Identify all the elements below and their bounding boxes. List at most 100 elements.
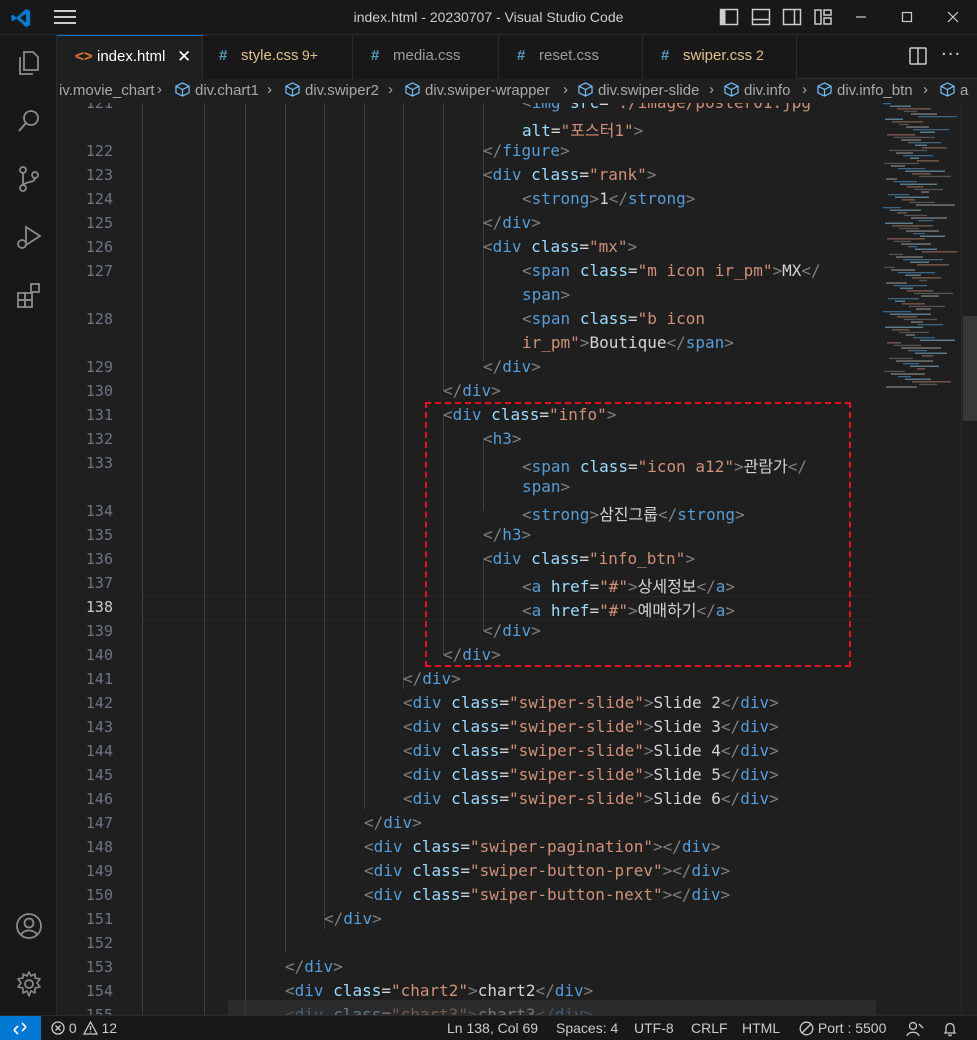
- explorer-icon[interactable]: [14, 48, 44, 78]
- breadcrumb-item[interactable]: div.info: [724, 82, 790, 99]
- line-ending[interactable]: CRLF: [691, 1020, 728, 1036]
- code-token: "./image/poster01.jpg": [609, 103, 821, 112]
- code-line[interactable]: <div class="swiper-pagination"></div>: [364, 837, 720, 856]
- code-token: <: [403, 765, 413, 784]
- code-line[interactable]: <div class="swiper-button-prev"></div>: [364, 861, 730, 880]
- code-line[interactable]: <div class="rank">: [483, 165, 656, 184]
- toggle-primary-sidebar-icon[interactable]: [719, 8, 739, 26]
- code-editor[interactable]: 121<img src="./image/poster01.jpg"alt="포…: [57, 103, 977, 1015]
- minimap-line: [917, 160, 939, 162]
- code-line[interactable]: <span class="m icon ir_pm">MX</: [522, 261, 821, 280]
- code-token: >: [772, 261, 783, 280]
- code-line[interactable]: </div>: [285, 957, 343, 976]
- minimap-line: [899, 227, 919, 230]
- minimize-icon[interactable]: [851, 8, 871, 26]
- code-token: ></: [662, 885, 692, 904]
- breadcrumb-item[interactable]: div.chart1: [175, 82, 259, 99]
- account-icon[interactable]: [14, 911, 44, 941]
- more-actions-icon[interactable]: ···: [941, 44, 961, 65]
- html-file-icon: <>: [75, 48, 93, 65]
- tab-style-css[interactable]: # style.css 9+: [203, 35, 353, 79]
- minimap-line: [886, 386, 917, 388]
- scrollbar-thumb[interactable]: [963, 316, 977, 421]
- toggle-panel-icon[interactable]: [751, 8, 771, 26]
- code-token: =: [499, 741, 509, 760]
- minimap[interactable]: [879, 103, 961, 403]
- language-mode[interactable]: HTML: [742, 1020, 780, 1036]
- code-line[interactable]: </figure>: [483, 141, 570, 160]
- code-line[interactable]: </div>: [364, 813, 422, 832]
- tab-media-css[interactable]: # media.css: [353, 35, 499, 79]
- close-tab-icon[interactable]: ✕: [177, 47, 191, 67]
- code-line[interactable]: </div>: [483, 357, 541, 376]
- code-token: =: [627, 261, 638, 280]
- code-line[interactable]: <div class="swiper-slide">Slide 5</div>: [403, 765, 779, 784]
- code-line[interactable]: <span class="b icon: [522, 309, 705, 328]
- live-server-port[interactable]: Port : 5500: [799, 1020, 886, 1036]
- breadcrumb-item[interactable]: a: [940, 82, 968, 99]
- extensions-icon[interactable]: [14, 280, 44, 310]
- maximize-icon[interactable]: [897, 8, 917, 26]
- code-line[interactable]: </div>: [483, 213, 541, 232]
- breadcrumb-item[interactable]: div.swiper-wrapper: [405, 82, 550, 99]
- breadcrumb-item[interactable]: div.info_btn: [817, 82, 913, 99]
- tab-index-html[interactable]: <> index.html ✕: [57, 35, 203, 80]
- code-line[interactable]: span>: [522, 285, 570, 304]
- customize-layout-icon[interactable]: [813, 8, 833, 26]
- indentation[interactable]: Spaces: 4: [556, 1020, 618, 1036]
- manage-gear-icon[interactable]: [14, 969, 44, 999]
- cursor-position[interactable]: Ln 138, Col 69: [447, 1020, 538, 1036]
- source-control-icon[interactable]: [14, 164, 44, 194]
- breadcrumb-item[interactable]: div.swiper-slide: [578, 82, 699, 99]
- tab-swiper-css[interactable]: # swiper.css 2: [643, 35, 797, 79]
- problems-indicator[interactable]: 0 12: [51, 1020, 117, 1036]
- code-token: "b icon: [637, 309, 706, 328]
- tab-problem-badge: 2: [756, 47, 764, 63]
- breadcrumb-item[interactable]: div.swiper2: [285, 82, 379, 99]
- line-number: 137: [85, 574, 113, 592]
- code-line[interactable]: </div>: [324, 909, 382, 928]
- notifications-bell-icon[interactable]: [942, 1021, 958, 1037]
- code-token: >: [468, 981, 478, 1000]
- code-line[interactable]: <div class="mx">: [483, 237, 637, 256]
- minimap-line: [905, 274, 921, 276]
- code-token: chart2: [477, 981, 536, 1000]
- code-token: "swiper-slide": [508, 693, 644, 712]
- code-line[interactable]: </div>: [443, 381, 501, 400]
- tab-reset-css[interactable]: # reset.css: [499, 35, 643, 79]
- encoding[interactable]: UTF-8: [634, 1020, 674, 1036]
- code-token: >: [720, 885, 731, 904]
- code-line[interactable]: ir_pm">Boutique</span>: [522, 333, 734, 352]
- code-line[interactable]: <strong>1</strong>: [522, 189, 695, 208]
- code-token: >: [531, 213, 541, 232]
- minimap-line: [918, 220, 933, 222]
- code-line[interactable]: </div>: [403, 669, 461, 688]
- chevron-right-icon: ›: [923, 81, 928, 98]
- line-number: 145: [85, 766, 113, 784]
- horizontal-scrollbar[interactable]: [228, 1000, 876, 1015]
- code-line[interactable]: <div class="swiper-slide">Slide 3</div>: [403, 717, 779, 736]
- line-number: 141: [85, 670, 113, 688]
- accounts-feedback-icon[interactable]: [906, 1021, 924, 1037]
- code-line[interactable]: <div class="swiper-slide">Slide 2</div>: [403, 693, 779, 712]
- minimap-line: [907, 186, 923, 188]
- close-window-icon[interactable]: [943, 8, 963, 26]
- line-number: 148: [85, 838, 113, 856]
- split-editor-icon[interactable]: [909, 47, 927, 65]
- breadcrumb-item[interactable]: iv.movie_chart: [59, 82, 155, 99]
- code-line[interactable]: <div class="swiper-button-next"></div>: [364, 885, 730, 904]
- code-line[interactable]: <div class="swiper-slide">Slide 6</div>: [403, 789, 779, 808]
- remote-indicator[interactable]: [0, 1016, 41, 1040]
- search-icon[interactable]: [14, 106, 44, 136]
- code-token: =: [460, 861, 470, 880]
- vertical-scrollbar[interactable]: [961, 103, 977, 1015]
- code-line[interactable]: <img src="./image/poster01.jpg": [522, 103, 821, 112]
- line-number: 142: [85, 694, 113, 712]
- run-debug-icon[interactable]: [14, 222, 44, 252]
- code-line[interactable]: <div class="swiper-slide">Slide 4</div>: [403, 741, 779, 760]
- toggle-secondary-sidebar-icon[interactable]: [782, 8, 802, 26]
- code-token: "swiper-slide": [508, 741, 644, 760]
- code-token: =: [499, 789, 509, 808]
- code-line[interactable]: alt="포스터1">: [522, 117, 643, 141]
- code-line[interactable]: <div class="chart2">chart2</div>: [285, 981, 593, 1000]
